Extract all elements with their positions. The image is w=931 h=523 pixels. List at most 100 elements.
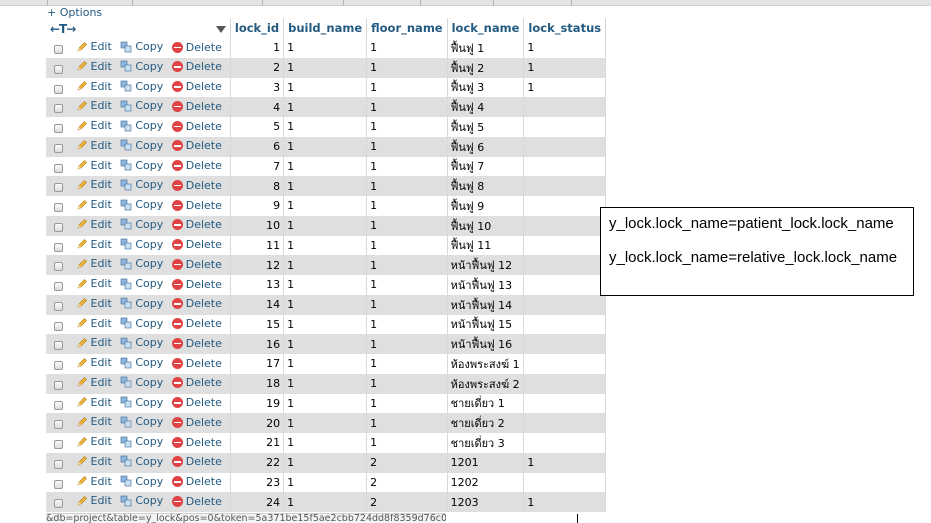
cell-floor-name[interactable]: 1 <box>366 314 448 335</box>
table-row[interactable]: Edit Copy Delete 16 1 1 หน้าฟื้นฟู 16 <box>46 334 607 354</box>
cell-lock-status[interactable] <box>523 354 607 374</box>
cell-build-name[interactable]: 1 <box>283 255 368 275</box>
cell-lock-status[interactable] <box>523 334 607 354</box>
copy-button[interactable]: Copy <box>120 336 163 349</box>
cell-floor-name[interactable]: 1 <box>366 413 448 433</box>
row-checkbox[interactable] <box>54 282 63 292</box>
cell-lock-id[interactable]: 11 <box>230 235 285 256</box>
copy-button[interactable]: Copy <box>120 277 163 290</box>
table-row[interactable]: Edit Copy Delete 20 1 1 ชายเดี่ยว 2 <box>46 413 607 433</box>
edit-button[interactable]: Edit <box>76 336 112 349</box>
row-checkbox[interactable] <box>54 242 63 252</box>
edit-button[interactable]: Edit <box>76 139 112 152</box>
delete-button[interactable]: Delete <box>171 159 222 172</box>
cell-lock-id[interactable]: 20 <box>230 413 285 433</box>
delete-button[interactable]: Delete <box>171 317 222 330</box>
row-checkbox[interactable] <box>54 361 63 371</box>
sort-header-cell[interactable]: ←T→ <box>46 18 231 38</box>
delete-button[interactable]: Delete <box>171 436 222 449</box>
delete-button[interactable]: Delete <box>171 100 222 113</box>
cell-lock-name[interactable]: หน้าฟื้นฟู 13 <box>447 275 525 295</box>
cell-lock-name[interactable]: ฟื้นฟู 1 <box>447 38 525 58</box>
cell-floor-name[interactable]: 1 <box>366 156 448 177</box>
cell-lock-id[interactable]: 15 <box>230 314 285 335</box>
cell-build-name[interactable]: 1 <box>283 433 368 453</box>
cell-build-name[interactable]: 1 <box>283 77 368 98</box>
cell-lock-name[interactable]: ฟื้นฟู 2 <box>447 57 525 78</box>
delete-button[interactable]: Delete <box>171 218 222 231</box>
cell-lock-name[interactable]: ชายเดี่ยว 2 <box>447 413 525 433</box>
cell-lock-id[interactable]: 14 <box>230 294 285 315</box>
cell-floor-name[interactable]: 1 <box>366 57 448 78</box>
table-row[interactable]: Edit Copy Delete 17 1 1 ห้องพระสงฆ์ 1 <box>46 354 607 374</box>
cell-lock-status[interactable] <box>523 393 607 414</box>
cell-floor-name[interactable]: 1 <box>366 38 448 58</box>
copy-button[interactable]: Copy <box>120 60 163 73</box>
row-checkbox[interactable] <box>54 104 63 114</box>
delete-button[interactable]: Delete <box>171 199 222 212</box>
edit-button[interactable]: Edit <box>76 297 112 310</box>
cell-lock-status[interactable] <box>523 373 607 394</box>
cell-lock-status[interactable] <box>523 97 607 117</box>
copy-button[interactable]: Copy <box>120 475 163 488</box>
cell-floor-name[interactable]: 2 <box>366 452 448 473</box>
cell-build-name[interactable]: 1 <box>283 156 368 177</box>
delete-button[interactable]: Delete <box>171 475 222 488</box>
cell-lock-status[interactable] <box>523 472 607 493</box>
cell-lock-name[interactable]: ฟื้นฟู 11 <box>447 235 525 256</box>
cell-lock-id[interactable]: 2 <box>230 57 285 78</box>
cell-lock-name[interactable]: ห้องพระสงฆ์ 1 <box>447 354 525 374</box>
delete-button[interactable]: Delete <box>171 80 222 93</box>
table-row[interactable]: Edit Copy Delete 7 1 1 ฟื้นฟู 7 <box>46 156 607 177</box>
cell-lock-name[interactable]: ชายเดี่ยว 3 <box>447 433 525 453</box>
edit-button[interactable]: Edit <box>76 159 112 172</box>
cell-build-name[interactable]: 1 <box>283 196 368 216</box>
copy-button[interactable]: Copy <box>120 376 163 389</box>
cell-floor-name[interactable]: 2 <box>366 492 448 512</box>
cell-floor-name[interactable]: 1 <box>366 393 448 414</box>
cell-build-name[interactable]: 1 <box>283 452 368 473</box>
row-checkbox[interactable] <box>54 64 63 74</box>
cell-lock-status[interactable]: 1 <box>523 452 607 473</box>
delete-button[interactable]: Delete <box>171 495 222 508</box>
cell-lock-id[interactable]: 9 <box>230 196 285 216</box>
cell-lock-id[interactable]: 1 <box>230 38 285 58</box>
cell-build-name[interactable]: 1 <box>283 275 368 295</box>
cell-lock-name[interactable]: ห้องพระสงฆ์ 2 <box>447 373 525 394</box>
cell-build-name[interactable]: 1 <box>283 492 368 512</box>
copy-button[interactable]: Copy <box>120 297 163 310</box>
cell-lock-id[interactable]: 8 <box>230 176 285 196</box>
row-checkbox[interactable] <box>54 440 63 450</box>
table-row[interactable]: Edit Copy Delete 1 1 1 ฟื้นฟู 1 1 <box>46 38 607 58</box>
cell-lock-name[interactable]: ฟื้นฟู 3 <box>447 77 525 98</box>
edit-button[interactable]: Edit <box>76 99 112 112</box>
cell-lock-id[interactable]: 19 <box>230 393 285 414</box>
cell-floor-name[interactable]: 1 <box>366 117 448 137</box>
cell-lock-status[interactable] <box>523 294 607 315</box>
cell-lock-id[interactable]: 12 <box>230 255 285 275</box>
cell-lock-name[interactable]: ฟื้นฟู 5 <box>447 117 525 137</box>
cell-floor-name[interactable]: 1 <box>366 235 448 256</box>
copy-button[interactable]: Copy <box>120 494 163 507</box>
cell-lock-status[interactable] <box>523 196 607 216</box>
row-checkbox[interactable] <box>54 459 63 469</box>
row-checkbox[interactable] <box>54 222 63 232</box>
table-row[interactable]: Edit Copy Delete 9 1 1 ฟื้นฟู 9 <box>46 196 607 216</box>
column-header-floor-name[interactable]: floor_name <box>366 18 448 38</box>
table-row[interactable]: Edit Copy Delete 23 1 2 1202 <box>46 472 607 493</box>
row-checkbox[interactable] <box>54 143 63 153</box>
cell-floor-name[interactable]: 1 <box>366 275 448 295</box>
delete-button[interactable]: Delete <box>171 357 222 370</box>
cell-lock-id[interactable]: 3 <box>230 77 285 98</box>
cell-build-name[interactable]: 1 <box>283 373 368 394</box>
table-row[interactable]: Edit Copy Delete 11 1 1 ฟื้นฟู 11 <box>46 235 607 256</box>
delete-button[interactable]: Delete <box>171 238 222 251</box>
cell-lock-name[interactable]: ฟื้นฟู 10 <box>447 215 525 236</box>
edit-button[interactable]: Edit <box>76 455 112 468</box>
copy-button[interactable]: Copy <box>120 139 163 152</box>
cell-floor-name[interactable]: 1 <box>366 255 448 275</box>
row-checkbox[interactable] <box>54 203 63 213</box>
cell-lock-id[interactable]: 23 <box>230 472 285 493</box>
edit-button[interactable]: Edit <box>76 356 112 369</box>
cell-lock-id[interactable]: 7 <box>230 156 285 177</box>
